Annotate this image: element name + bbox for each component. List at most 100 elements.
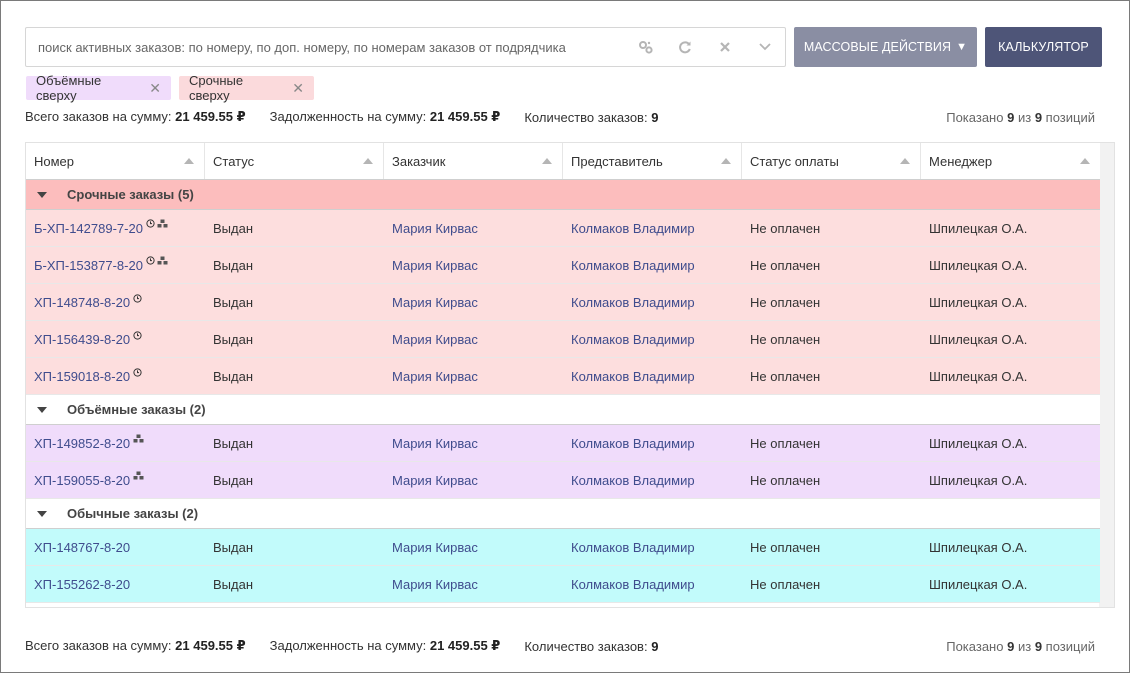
representative-link-text[interactable]: Колмаков Владимир — [571, 436, 695, 451]
refresh-icon[interactable] — [665, 28, 705, 66]
order-number-link-text[interactable]: Б-ХП-142789-7-20 — [34, 221, 143, 236]
order-number-link[interactable]: ХП-155262-8-20 — [26, 566, 205, 602]
representative-link[interactable]: Колмаков Владимир — [563, 247, 742, 283]
customer-link-text[interactable]: Мария Кирвас — [392, 540, 478, 555]
group-bulk-header[interactable]: Объёмные заказы (2) — [26, 395, 1100, 425]
representative-link[interactable]: Колмаков Владимир — [563, 425, 742, 461]
table-row[interactable]: Б-ХП-142789-7-20 Выдан Мария Кирвас Колмако… — [26, 210, 1100, 247]
filter-chip-bulk[interactable]: Объёмные сверху ✕ — [26, 73, 171, 103]
table-row[interactable]: ХП-159055-8-20 Выдан Мария Кирвас Колмаков … — [26, 462, 1100, 499]
table-row[interactable]: ХП-148767-8-20 Выдан Мария Кирвас Колмаков … — [26, 529, 1100, 566]
representative-link-text[interactable]: Колмаков Владимир — [571, 473, 695, 488]
customer-link-text[interactable]: Мария Кирвас — [392, 436, 478, 451]
table-row[interactable]: ХП-149852-8-20 Выдан Мария Кирвас Колмаков … — [26, 425, 1100, 462]
order-number-link-text[interactable]: ХП-148767-8-20 — [34, 540, 130, 555]
manager-name-text: Шпилецкая О.А. — [929, 220, 1028, 236]
group-title: Обычные заказы (2) — [67, 506, 199, 521]
customer-link[interactable]: Мария Кирвас — [384, 425, 563, 461]
payment-status-text: Не оплачен — [750, 257, 821, 273]
table-row[interactable]: ХП-156439-8-20 Выдан Мария Кирвас Колмаков … — [26, 321, 1100, 358]
collapse-triangle-icon[interactable] — [37, 510, 47, 517]
order-status: Выдан — [205, 321, 384, 357]
customer-link[interactable]: Мария Кирвас — [384, 462, 563, 498]
group-normal-header[interactable]: Обычные заказы (2) — [26, 499, 1100, 529]
order-number-link-text[interactable]: Б-ХП-153877-8-20 — [34, 258, 143, 273]
column-header-number[interactable]: Номер — [26, 143, 205, 179]
column-header-representative[interactable]: Представитель — [563, 143, 742, 179]
representative-link[interactable]: Колмаков Владимир — [563, 210, 742, 246]
order-number-link[interactable]: ХП-156439-8-20 — [26, 321, 205, 357]
order-number-link-text[interactable]: ХП-149852-8-20 — [34, 436, 130, 451]
customer-link[interactable]: Мария Кирвас — [384, 321, 563, 357]
representative-link-text[interactable]: Колмаков Владимир — [571, 258, 695, 273]
payment-status-text: Не оплачен — [750, 472, 821, 488]
representative-link[interactable]: Колмаков Владимир — [563, 529, 742, 565]
customer-link[interactable]: Мария Кирвас — [384, 529, 563, 565]
representative-link-text[interactable]: Колмаков Владимир — [571, 577, 695, 592]
customer-link[interactable]: Мария Кирвас — [384, 566, 563, 602]
customer-link[interactable]: Мария Кирвас — [384, 358, 563, 394]
customer-link-text[interactable]: Мария Кирвас — [392, 258, 478, 273]
scrollbar[interactable] — [1099, 143, 1114, 607]
column-header-status[interactable]: Статус — [205, 143, 384, 179]
calculator-button[interactable]: КАЛЬКУЛЯТОР — [985, 27, 1102, 67]
representative-link-text[interactable]: Колмаков Владимир — [571, 295, 695, 310]
representative-link-text[interactable]: Колмаков Владимир — [571, 332, 695, 347]
chevron-down-icon[interactable] — [745, 28, 785, 66]
column-header-customer[interactable]: Заказчик — [384, 143, 563, 179]
orders-table: Номер Статус Заказчик Представитель Стат… — [25, 142, 1115, 608]
close-icon[interactable]: ✕ — [292, 80, 304, 97]
order-status: Выдан — [205, 284, 384, 320]
filter-chip-urgent[interactable]: Срочные сверху ✕ — [179, 73, 314, 103]
order-number-link-text[interactable]: ХП-156439-8-20 — [34, 332, 130, 347]
order-number-link[interactable]: ХП-149852-8-20 — [26, 425, 205, 461]
table-row[interactable]: ХП-148748-8-20 Выдан Мария Кирвас Колмаков … — [26, 284, 1100, 321]
order-number-link[interactable]: ХП-148748-8-20 — [26, 284, 205, 320]
order-number-link-text[interactable]: ХП-159055-8-20 — [34, 473, 130, 488]
group-urgent-header[interactable]: Срочные заказы (5) — [26, 180, 1100, 210]
customer-link[interactable]: Мария Кирвас — [384, 247, 563, 283]
mass-actions-button[interactable]: МАССОВЫЕ ДЕЙСТВИЯ ▼ — [794, 27, 977, 67]
customer-link-text[interactable]: Мария Кирвас — [392, 577, 478, 592]
customer-link-text[interactable]: Мария Кирвас — [392, 295, 478, 310]
collapse-triangle-icon[interactable] — [37, 191, 47, 198]
order-number-link-text[interactable]: ХП-159018-8-20 — [34, 369, 130, 384]
representative-link[interactable]: Колмаков Владимир — [563, 566, 742, 602]
manager-name: Шпилецкая О.А. — [921, 462, 1100, 498]
table-row[interactable]: ХП-159018-8-20 Выдан Мария Кирвас Колмаков … — [26, 358, 1100, 395]
representative-link[interactable]: Колмаков Владимир — [563, 284, 742, 320]
customer-link-text[interactable]: Мария Кирвас — [392, 473, 478, 488]
representative-link[interactable]: Колмаков Владимир — [563, 321, 742, 357]
order-status: Выдан — [205, 566, 384, 602]
order-number-link[interactable]: Б-ХП-153877-8-20 — [26, 247, 205, 283]
column-header-payment-status[interactable]: Статус оплаты — [742, 143, 921, 179]
order-number-link[interactable]: ХП-148767-8-20 — [26, 529, 205, 565]
customer-link-text[interactable]: Мария Кирвас — [392, 221, 478, 236]
order-number-link-text[interactable]: ХП-155262-8-20 — [34, 577, 130, 592]
customer-link[interactable]: Мария Кирвас — [384, 210, 563, 246]
payment-status-text: Не оплачен — [750, 368, 821, 384]
column-header-manager[interactable]: Менеджер — [921, 143, 1100, 179]
customer-link-text[interactable]: Мария Кирвас — [392, 369, 478, 384]
representative-link-text[interactable]: Колмаков Владимир — [571, 369, 695, 384]
customer-link[interactable]: Мария Кирвас — [384, 284, 563, 320]
order-number-link[interactable]: Б-ХП-142789-7-20 — [26, 210, 205, 246]
representative-link-text[interactable]: Колмаков Владимир — [571, 540, 695, 555]
collapse-triangle-icon[interactable] — [37, 406, 47, 413]
sort-asc-icon — [721, 158, 731, 164]
settings-icon[interactable] — [625, 28, 665, 66]
order-status: Выдан — [205, 529, 384, 565]
order-number-link[interactable]: ХП-159018-8-20 — [26, 358, 205, 394]
representative-link[interactable]: Колмаков Владимир — [563, 462, 742, 498]
close-icon[interactable]: ✕ — [149, 80, 161, 97]
representative-link[interactable]: Колмаков Владимир — [563, 358, 742, 394]
customer-link-text[interactable]: Мария Кирвас — [392, 332, 478, 347]
clear-icon[interactable] — [705, 28, 745, 66]
table-row[interactable]: Б-ХП-153877-8-20 Выдан Мария Кирвас Колмако… — [26, 247, 1100, 284]
table-row[interactable]: ХП-155262-8-20 Выдан Мария Кирвас Колмаков … — [26, 566, 1100, 603]
representative-link-text[interactable]: Колмаков Владимир — [571, 221, 695, 236]
clock-icon — [133, 367, 144, 377]
search-input[interactable] — [26, 28, 625, 66]
order-number-link[interactable]: ХП-159055-8-20 — [26, 462, 205, 498]
order-number-link-text[interactable]: ХП-148748-8-20 — [34, 295, 130, 310]
